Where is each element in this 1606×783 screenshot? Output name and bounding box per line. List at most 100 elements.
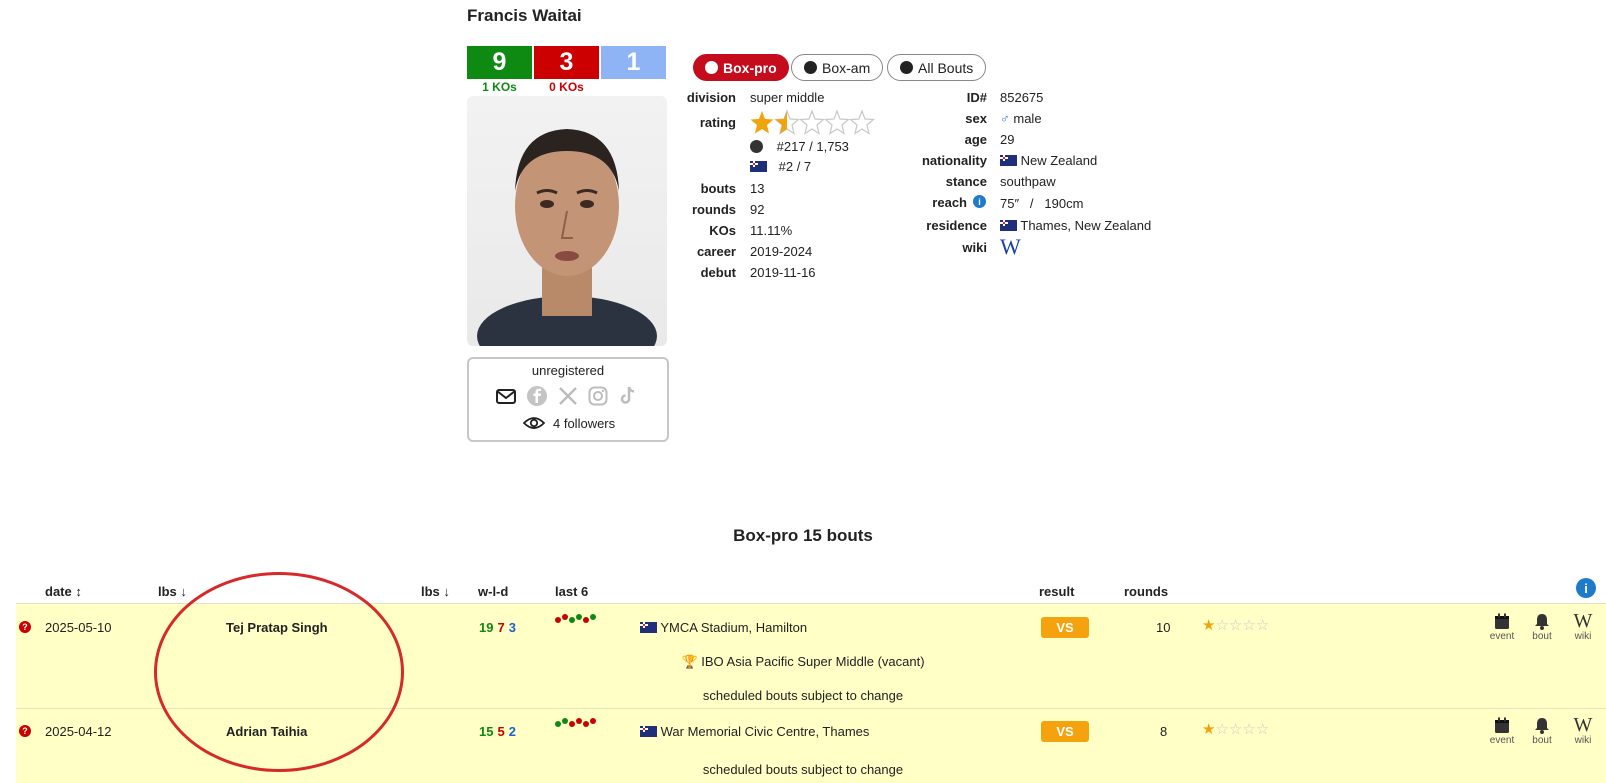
opp-losses: 7	[497, 620, 505, 635]
question-icon: ?	[19, 725, 31, 737]
star-icon: ☆	[1215, 617, 1229, 634]
header-last6: last 6	[555, 584, 589, 599]
tab-label: Box-pro	[723, 59, 777, 76]
header-lbs-1[interactable]: lbs ↓	[158, 584, 187, 599]
bouts-title: Box-pro 15 bouts	[733, 526, 873, 545]
tab-box-am[interactable]: Box-am	[791, 54, 884, 81]
win-dot	[590, 614, 596, 620]
header-lbs-label: lbs	[158, 584, 177, 599]
instagram-icon[interactable]	[587, 385, 609, 407]
sort-down-icon: ↓	[443, 584, 450, 599]
event-button[interactable]: event	[1484, 612, 1520, 642]
event-label: event	[1489, 735, 1515, 746]
world-rank[interactable]: #217 / 1,753	[750, 139, 849, 154]
reach-cm: 190cm	[1044, 196, 1084, 211]
kos-value: 11.11%	[750, 223, 793, 238]
header-wld: w-l-d	[478, 584, 509, 599]
highlight-circle	[154, 572, 404, 772]
tiktok-icon[interactable]	[617, 385, 639, 407]
division-label: division	[686, 90, 736, 105]
globe-icon	[750, 140, 763, 153]
wiki-label: wiki	[1574, 735, 1592, 746]
star-icon: ☆	[1215, 721, 1229, 738]
opponent-record: 19 7 3	[479, 620, 520, 635]
sex-value: ♂ male	[1000, 111, 1042, 126]
boxer-photo	[467, 96, 667, 346]
nationality-label: nationality	[921, 153, 987, 168]
bout-stars: ★☆☆☆☆	[1202, 720, 1269, 738]
venue[interactable]: War Memorial Civic Centre, Thames	[640, 724, 869, 739]
star-icon: ☆	[1228, 617, 1243, 634]
star-icon: ☆	[1228, 721, 1243, 738]
mail-icon[interactable]	[495, 385, 517, 407]
debut-value: 2019-11-16	[750, 265, 816, 280]
facebook-icon[interactable]	[526, 385, 548, 407]
wiki-button[interactable]: W wiki	[1565, 610, 1601, 642]
bout-stars: ★☆☆☆☆	[1202, 616, 1269, 634]
nationality-text: New Zealand	[1020, 153, 1098, 168]
nz-flag-icon	[1000, 220, 1017, 231]
wiki-label: wiki	[1574, 631, 1592, 642]
rounds-value: 92	[750, 202, 765, 217]
opp-draws: 3	[508, 620, 516, 635]
sex-label: sex	[965, 111, 987, 126]
age-label: age	[964, 132, 987, 147]
record-wins: 9	[467, 46, 532, 79]
bout-button[interactable]: bout	[1524, 716, 1560, 746]
bout-date: 2025-05-10	[45, 620, 112, 635]
nz-flag-icon	[1000, 155, 1017, 166]
star-icon: ☆	[1255, 617, 1270, 634]
losses-ko: 0 KOs	[549, 80, 584, 94]
rating-stars	[750, 108, 876, 139]
header-date-label: date	[45, 584, 72, 599]
loss-dot	[569, 721, 575, 727]
wiki-button[interactable]: W wiki	[1565, 714, 1601, 746]
sex-text: male	[1013, 111, 1042, 126]
header-rounds: rounds	[1124, 584, 1169, 599]
residence-text: Thames, New Zealand	[1020, 218, 1152, 233]
division-value: super middle	[750, 90, 825, 105]
rating-label: rating	[699, 115, 736, 130]
boxer-name: Francis Waitai	[467, 6, 582, 25]
wikipedia-icon[interactable]: W	[1000, 234, 1021, 260]
registration-status: unregistered	[531, 363, 605, 378]
career-label: career	[696, 244, 736, 259]
id-label: ID#	[966, 90, 987, 105]
record-losses: 3	[534, 46, 599, 79]
tab-all-bouts[interactable]: All Bouts	[887, 54, 987, 81]
bout-button[interactable]: bout	[1524, 612, 1560, 642]
event-button[interactable]: event	[1484, 716, 1520, 746]
header-date[interactable]: date ↕	[45, 584, 82, 599]
country-rank[interactable]: #2 / 7	[750, 159, 811, 174]
header-lbs-2[interactable]: lbs ↓	[421, 584, 450, 599]
nz-flag-icon	[640, 622, 657, 633]
info-icon[interactable]: i	[1576, 578, 1596, 598]
nationality-value[interactable]: New Zealand	[1000, 153, 1097, 168]
record-draws: 1	[601, 46, 666, 79]
win-dot	[576, 614, 582, 620]
residence-value[interactable]: Thames, New Zealand	[1000, 218, 1151, 233]
person-icon	[705, 61, 718, 74]
info-icon[interactable]: i	[973, 195, 986, 208]
sort-both-icon: ↕	[75, 584, 82, 599]
last6-dots	[555, 614, 596, 623]
career-value: 2019-2024	[750, 244, 813, 259]
loss-dot	[590, 718, 596, 724]
header-lbs-label: lbs	[421, 584, 440, 599]
reach-separator: /	[1029, 196, 1034, 211]
country-rank-value: #2 / 7	[778, 159, 812, 174]
stance-value: southpaw	[1000, 174, 1056, 189]
star-icon: ☆	[1255, 721, 1270, 738]
x-icon[interactable]	[557, 385, 579, 407]
venue[interactable]: YMCA Stadium, Hamilton	[640, 620, 807, 635]
tab-label: Box-am	[822, 59, 871, 76]
opp-wins: 15	[479, 724, 494, 739]
tab-box-pro[interactable]: Box-pro	[693, 54, 789, 81]
calendar-icon	[1484, 612, 1520, 631]
last6-dots	[555, 718, 596, 727]
tab-label: All Bouts	[918, 59, 974, 76]
bout-rounds: 8	[1160, 724, 1168, 739]
followers[interactable]: 4 followers	[523, 415, 615, 431]
result-badge: VS	[1041, 617, 1089, 638]
wiki-label: wiki	[962, 240, 987, 255]
